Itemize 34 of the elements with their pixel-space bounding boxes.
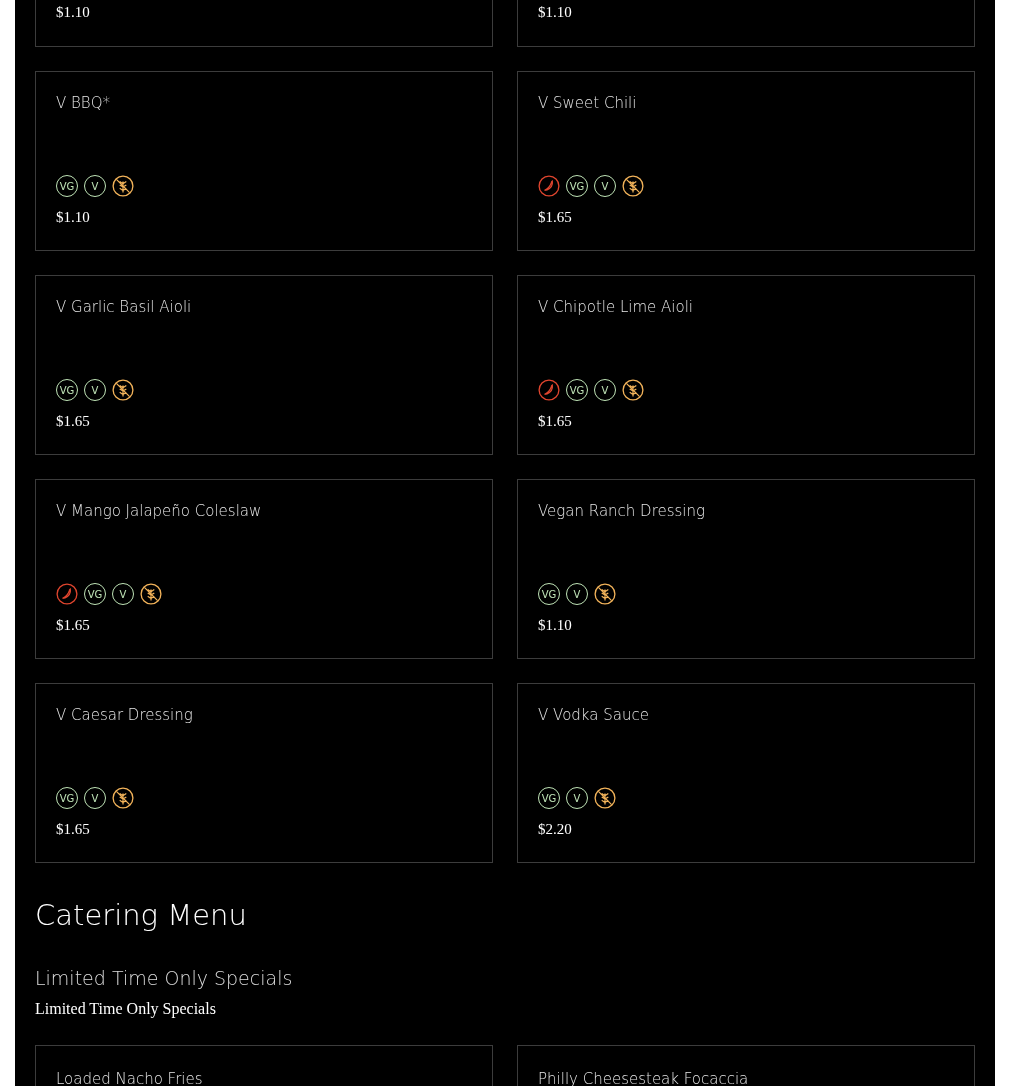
chili-pepper-icon bbox=[538, 379, 560, 401]
no-wheat-icon bbox=[112, 379, 134, 401]
item-price: $1.65 bbox=[538, 412, 572, 430]
item-name: V Caesar Dressing bbox=[56, 705, 193, 726]
item-price: $1.65 bbox=[56, 616, 90, 634]
item-price: $1.10 bbox=[538, 3, 572, 21]
item-price: $2.20 bbox=[538, 820, 572, 838]
no-wheat-icon bbox=[594, 583, 616, 605]
section-description: Limited Time Only Specials bbox=[35, 999, 217, 1019]
item-name: V Sweet Chili bbox=[538, 93, 637, 114]
item-name: V Vodka Sauce bbox=[538, 705, 649, 726]
item-price: $1.65 bbox=[538, 208, 572, 226]
no-wheat-icon bbox=[112, 175, 134, 197]
no-wheat-icon bbox=[112, 787, 134, 809]
item-name: V BBQ* bbox=[56, 93, 110, 114]
item-name: V Chipotle Lime Aioli bbox=[538, 297, 693, 318]
item-name: Philly Cheesesteak Focaccia bbox=[538, 1069, 749, 1086]
chili-pepper-icon bbox=[538, 175, 560, 197]
chili-pepper-icon bbox=[56, 583, 78, 605]
item-price: $1.65 bbox=[56, 820, 90, 838]
item-price: $1.10 bbox=[56, 208, 90, 226]
menu-heading: Catering Menu bbox=[35, 897, 248, 934]
section-heading: Limited Time Only Specials bbox=[35, 966, 294, 991]
item-price: $1.65 bbox=[56, 412, 90, 430]
no-wheat-icon bbox=[140, 583, 162, 605]
item-name: V Mango Jalapeño Coleslaw bbox=[56, 501, 262, 522]
item-price: $1.10 bbox=[56, 3, 90, 21]
item-price: $1.10 bbox=[538, 616, 572, 634]
no-wheat-icon bbox=[622, 175, 644, 197]
item-name: Vegan Ranch Dressing bbox=[538, 501, 706, 522]
no-wheat-icon bbox=[622, 379, 644, 401]
item-name: V Garlic Basil Aioli bbox=[56, 297, 192, 318]
no-wheat-icon bbox=[594, 787, 616, 809]
item-name: Loaded Nacho Fries bbox=[56, 1069, 203, 1086]
